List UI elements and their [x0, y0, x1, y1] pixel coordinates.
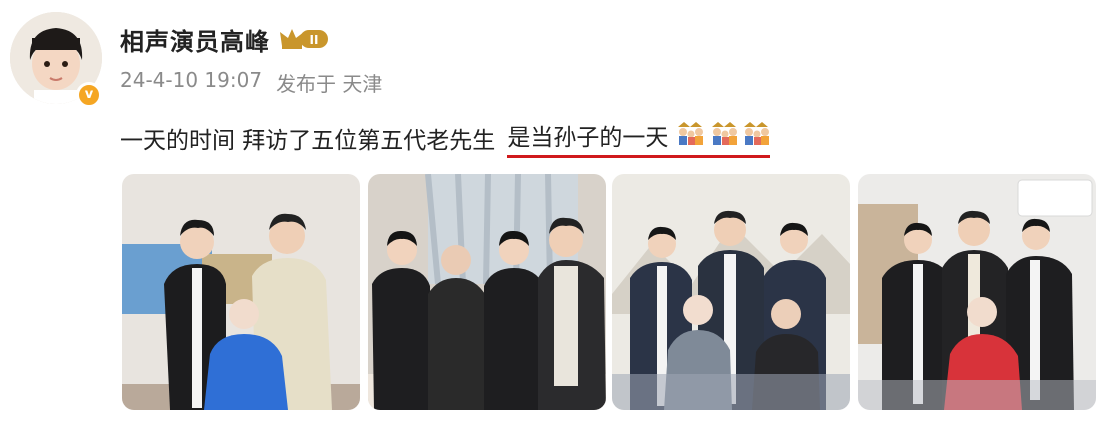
vip-crown-icon[interactable]: II — [278, 26, 330, 52]
vip-level-text: II — [310, 33, 319, 47]
post-text-highlight: 是当孙子的一天 — [507, 118, 771, 158]
verified-badge-icon: v — [76, 82, 102, 108]
username[interactable]: 相声演员高峰 — [120, 22, 270, 57]
post-timestamp: 24-4-10 19:07 — [120, 68, 263, 92]
family-emoji-icon — [674, 119, 770, 151]
post-photo-1[interactable] — [122, 174, 360, 410]
post-photo-2[interactable] — [368, 174, 606, 410]
post-text-part2: 是当孙子的一天 — [507, 125, 669, 151]
post-photo-3[interactable] — [612, 174, 850, 410]
post-text: 一天的时间 拜访了五位第五代老先生 是当孙子的一天 — [120, 118, 771, 158]
post-photo-4[interactable] — [858, 174, 1096, 410]
post-source: 发布于 天津 — [276, 72, 383, 96]
post-text-part1: 一天的时间 拜访了五位第五代老先生 — [120, 128, 496, 154]
